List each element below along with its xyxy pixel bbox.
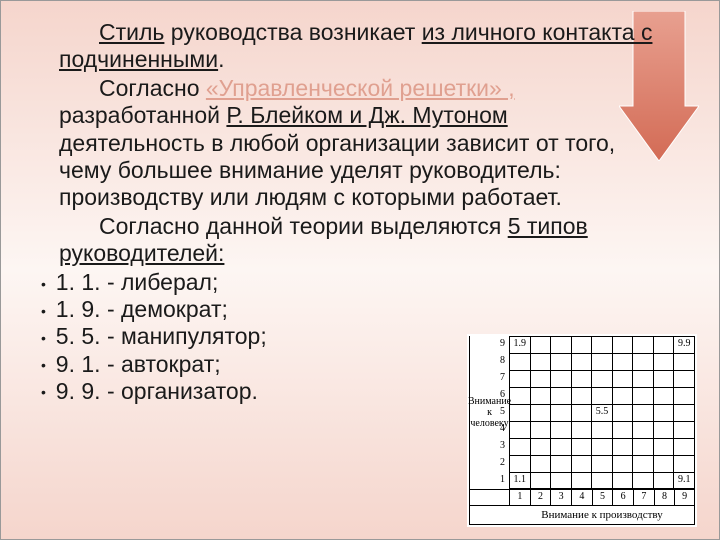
point-label: 1.1 bbox=[514, 474, 527, 485]
cell bbox=[530, 336, 551, 353]
text: Согласно данной теории выделяются bbox=[99, 213, 508, 239]
x-tick: 8 bbox=[654, 489, 675, 506]
x-axis-ticks: 1 2 3 4 5 6 7 8 9 bbox=[469, 489, 695, 506]
y-tick: 7 bbox=[500, 372, 505, 383]
cell: 9.9 bbox=[673, 336, 694, 353]
x-tick: 5 bbox=[592, 489, 613, 506]
y-tick: 5 bbox=[500, 406, 505, 417]
paragraph-1: Стиль руководства возникает из личного к… bbox=[59, 19, 659, 73]
list-item: 1. 9. - демократ; bbox=[41, 296, 659, 323]
x-tick: 3 bbox=[550, 489, 571, 506]
x-tick: 1 bbox=[509, 489, 530, 506]
y-tick: 3 bbox=[500, 440, 505, 451]
text: Р. Блейком и Дж. Мутоном bbox=[226, 102, 507, 128]
cell: 91.9 bbox=[509, 336, 530, 353]
y-tick: 2 bbox=[500, 457, 505, 468]
point-label: 5.5 bbox=[596, 406, 609, 417]
text: Стиль bbox=[99, 19, 164, 45]
text: деятельность в любой организации зависит… bbox=[59, 130, 615, 210]
y-tick: 9 bbox=[500, 338, 505, 349]
x-tick: 2 bbox=[530, 489, 551, 506]
point-label: 9.1 bbox=[678, 474, 691, 485]
managerial-grid-chart: Вниманиекчеловеку 91.9 9.9 8 7 6 5 5.5 4… bbox=[467, 334, 697, 527]
y-tick: 8 bbox=[500, 355, 505, 366]
x-tick: 7 bbox=[633, 489, 654, 506]
y-tick: 6 bbox=[500, 389, 505, 400]
x-tick: 6 bbox=[612, 489, 633, 506]
x-axis-label-row: Внимание к производству bbox=[469, 506, 695, 525]
link-text: «Управленческой решетки» , bbox=[206, 75, 515, 101]
point-label: 1.9 bbox=[514, 338, 527, 349]
y-tick: 4 bbox=[500, 423, 505, 434]
grid-body: Вниманиекчеловеку 91.9 9.9 8 7 6 5 5.5 4… bbox=[469, 336, 695, 489]
y-tick: 1 bbox=[500, 474, 505, 485]
text: руководства возникает bbox=[164, 19, 421, 45]
list-item: 1. 1. - либерал; bbox=[41, 269, 659, 296]
point-label: 9.9 bbox=[678, 338, 691, 349]
x-tick: 4 bbox=[571, 489, 592, 506]
text: разработанной bbox=[59, 102, 226, 128]
text: Согласно bbox=[99, 75, 206, 101]
text: . bbox=[218, 46, 224, 72]
x-axis-label: Внимание к производству bbox=[510, 509, 694, 521]
x-tick: 9 bbox=[674, 489, 695, 506]
paragraph-2: Согласно «Управленческой решетки» , разр… bbox=[59, 75, 659, 211]
paragraph-3: Согласно данной теории выделяются 5 типо… bbox=[59, 213, 659, 267]
